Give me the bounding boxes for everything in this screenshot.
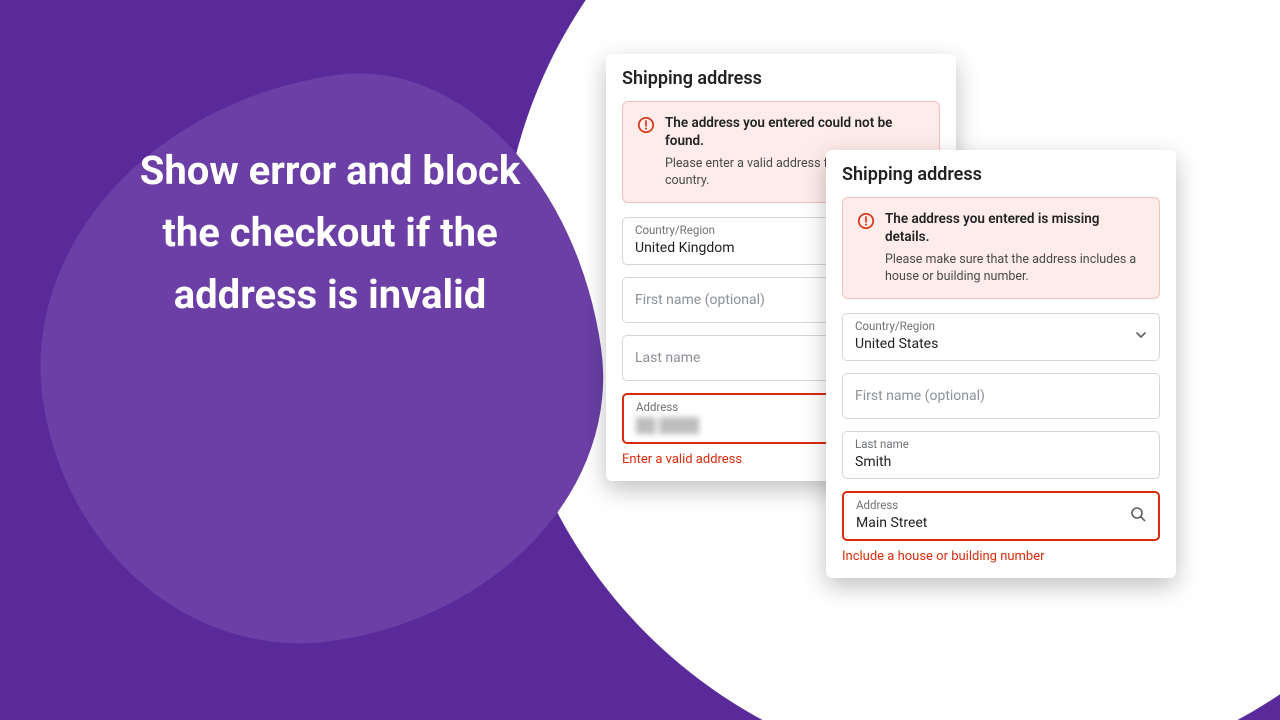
last-name-input[interactable]: Last name Smith (842, 431, 1160, 479)
address-value: Main Street (856, 515, 1146, 531)
last-name-value: Smith (855, 454, 1147, 470)
alert-icon (637, 116, 655, 138)
card-title: Shipping address (842, 164, 1160, 185)
address-input[interactable]: Address Main Street (842, 491, 1160, 541)
alert-title: The address you entered could not be fou… (665, 114, 925, 150)
headline-text: Show error and block the checkout if the… (110, 140, 550, 326)
card-title: Shipping address (622, 68, 940, 89)
country-select[interactable]: Country/Region United States (842, 313, 1160, 361)
error-banner: The address you entered is missing detai… (842, 197, 1160, 299)
chevron-down-icon (1135, 329, 1147, 345)
shipping-card-missing-details: Shipping address The address you entered… (826, 150, 1176, 578)
address-label: Address (856, 499, 1146, 513)
first-name-placeholder: First name (optional) (855, 382, 1147, 410)
alert-title: The address you entered is missing detai… (885, 210, 1145, 246)
alert-description: Please make sure that the address includ… (885, 252, 1145, 286)
address-error-message: Include a house or building number (842, 549, 1160, 564)
country-label: Country/Region (855, 320, 1147, 334)
first-name-input[interactable]: First name (optional) (842, 373, 1160, 419)
country-value: United States (855, 336, 1147, 352)
last-name-label: Last name (855, 438, 1147, 452)
promo-stage: Show error and block the checkout if the… (0, 0, 1280, 720)
alert-icon (857, 212, 875, 234)
search-icon[interactable] (1130, 506, 1146, 526)
